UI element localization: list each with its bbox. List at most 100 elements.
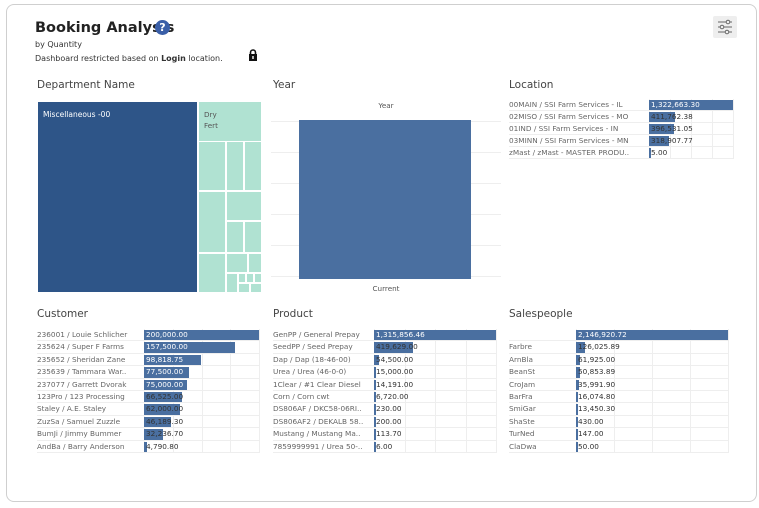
salespeople-bar-value: 126,025.89 [578, 342, 620, 352]
customer-bar-value: 32,236.70 [146, 429, 184, 439]
help-icon[interactable]: ? [155, 20, 170, 35]
salespeople-bar-value: 13,450.30 [578, 404, 616, 414]
product-bar-value: 419,629.00 [376, 342, 418, 352]
location-row-label[interactable]: 02MISO / SSI Farm Services - MO [509, 112, 646, 121]
salespeople-chart: 2,146,920.72 Farbre 126,025.89 ArnBla 61,925… [509, 329, 737, 474]
location-bar-value: 396,531.05 [651, 124, 693, 133]
location-bar-value: 1,322,663.30 [651, 100, 700, 109]
row-divider [509, 390, 728, 391]
customer-row-label[interactable]: ZuzSa / Samuel Zuzzle [37, 417, 141, 426]
row-divider [37, 452, 259, 453]
location-bar-value: 318,907.77 [651, 136, 693, 145]
salespeople-row-label[interactable]: BarFra [509, 392, 573, 401]
row-divider [509, 122, 733, 123]
product-row-label[interactable]: 1Clear / #1 Clear Diesel [273, 380, 371, 389]
row-divider [37, 390, 259, 391]
customer-bar-value: 66,525.00 [146, 392, 184, 401]
customer-row-label[interactable]: 235639 / Tammara War.. [37, 367, 141, 376]
salespeople-row-label[interactable]: Farbre [509, 342, 573, 351]
customer-row-label[interactable]: 235624 / Super F Farms [37, 342, 141, 351]
customer-row-label[interactable]: 123Pro / 123 Processing [37, 392, 141, 401]
customer-bar-value: 77,500.00 [146, 367, 184, 377]
salespeople-bar-value: 50,853.89 [578, 367, 616, 377]
customer-row-label[interactable]: 236001 / Louie Schlicher [37, 330, 141, 339]
row-divider [509, 158, 733, 159]
product-row-label[interactable]: Corn / Corn cwt [273, 392, 371, 401]
location-row-label[interactable]: zMast / zMast - MASTER PRODU.. [509, 148, 646, 157]
treemap-tile[interactable] [226, 273, 238, 293]
year-plot [271, 113, 501, 280]
salespeople-row-label[interactable]: SmiGar [509, 404, 573, 413]
row-divider [509, 377, 728, 379]
customer-row-label[interactable]: 237077 / Garrett Dvorak [37, 380, 141, 389]
location-row-label[interactable]: 03MINN / SSI Farm Services - MN [509, 136, 646, 145]
gridline [435, 329, 436, 453]
product-bar-value: 1,315,856.46 [376, 330, 425, 339]
treemap-tile[interactable] [238, 273, 246, 283]
salespeople-row-label[interactable]: CroJam [509, 380, 573, 389]
treemap-tile[interactable] [246, 273, 254, 283]
product-row-label[interactable]: DS806AF2 / DEKALB 58.. [273, 417, 371, 426]
page-title: Booking Analysis [35, 20, 175, 36]
salespeople-row-label[interactable]: ShaSte [509, 417, 573, 426]
customer-section-title: Customer [37, 308, 89, 320]
product-row-label[interactable]: GenPP / General Prepay [273, 330, 371, 339]
salespeople-bar-value: 147.00 [578, 429, 604, 439]
row-divider [509, 340, 728, 342]
customer-row-label[interactable]: Staley / A.E. Staley [37, 404, 141, 413]
treemap-tile[interactable] [226, 191, 262, 221]
customer-bar-value: 46,189.30 [146, 416, 184, 426]
product-row-label[interactable]: Urea / Urea (46-0-0) [273, 367, 371, 376]
treemap-tile[interactable] [226, 221, 244, 253]
department-section-title: Department Name [37, 79, 135, 91]
row-divider [273, 390, 496, 391]
product-row-label[interactable]: 7859999991 / Urea 50-.. [273, 442, 371, 451]
treemap-tile[interactable] [254, 273, 262, 283]
product-row-label[interactable]: Dap / Dap (18-46-00) [273, 355, 371, 364]
location-row-label[interactable]: 00MAIN / SSI Farm Services - IL [509, 100, 646, 109]
salespeople-row-label[interactable]: ClaDwa [509, 442, 573, 451]
restriction-prefix: Dashboard restricted based on [35, 54, 162, 63]
row-divider [273, 439, 496, 441]
treemap-tile[interactable] [248, 253, 262, 273]
salespeople-row-label[interactable]: ArnBla [509, 355, 573, 364]
treemap-tile-miscellaneous[interactable]: Miscellaneous -00 [37, 101, 198, 293]
product-row-label[interactable]: DS806AF / DKC58-06RI.. [273, 404, 371, 413]
year-category-label: Current [372, 284, 400, 293]
location-chart: 00MAIN / SSI Farm Services - IL 1,322,663… [509, 99, 737, 174]
year-bar-current[interactable] [299, 120, 471, 279]
salespeople-bar-value: 16,074.80 [578, 392, 616, 401]
treemap-tile[interactable] [244, 221, 262, 253]
filter-settings-button[interactable] [713, 16, 737, 38]
customer-bar-value: 157,500.00 [146, 342, 188, 352]
treemap-tile[interactable] [198, 191, 226, 253]
salespeople-row-label[interactable]: TurNed [509, 429, 573, 438]
customer-row-label[interactable]: BumJi / Jimmy Bummer [37, 429, 141, 438]
row-divider [273, 365, 496, 367]
row-divider [37, 439, 259, 441]
treemap-tile[interactable] [198, 141, 226, 191]
treemap-tile[interactable] [250, 283, 262, 293]
treemap-tile[interactable] [198, 253, 226, 293]
restriction-suffix: location. [185, 54, 223, 63]
row-divider [273, 452, 496, 453]
treemap-tile[interactable] [244, 141, 262, 191]
treemap-tile[interactable] [226, 141, 244, 191]
location-row-label[interactable]: 01IND / SSI Farm Services - IN [509, 124, 646, 133]
row-divider [509, 427, 728, 429]
customer-row-label[interactable]: AndBa / Barry Anderson [37, 442, 141, 451]
row-divider [509, 402, 728, 404]
row-divider [273, 340, 496, 342]
product-section-title: Product [273, 308, 313, 320]
treemap-label-dry: Dry [204, 110, 217, 119]
treemap-tile[interactable] [238, 283, 250, 293]
customer-row-label[interactable]: 235652 / Sheridan Zane [37, 355, 141, 364]
filter-settings-icon [718, 19, 732, 35]
product-bar-value: 15,000.00 [376, 367, 414, 377]
gridline [465, 329, 467, 453]
treemap-tile[interactable] [226, 253, 248, 273]
row-divider [37, 427, 259, 429]
salespeople-row-label[interactable]: BeanSt [509, 367, 573, 376]
product-row-label[interactable]: SeedPP / Seed Prepay [273, 342, 371, 351]
product-row-label[interactable]: Mustang / Mustang Ma.. [273, 429, 371, 438]
